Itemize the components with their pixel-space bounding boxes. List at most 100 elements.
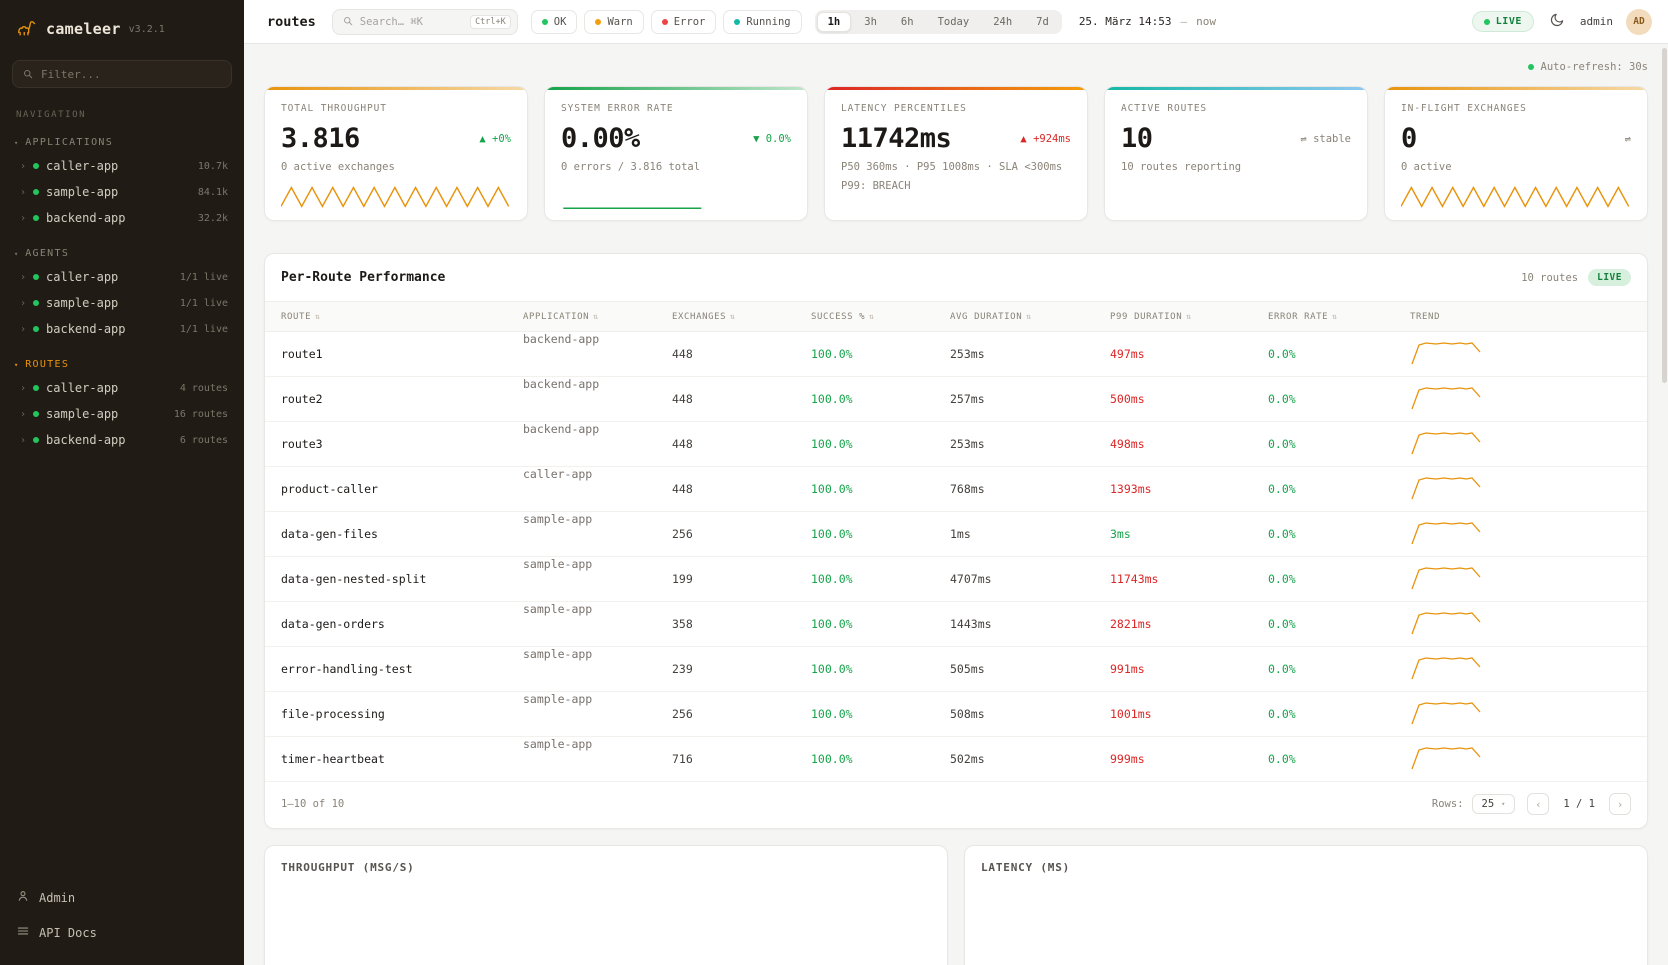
status-dot: [33, 189, 39, 195]
table-row-file-processing[interactable]: file-processing sample-app 256 100.0% 50…: [265, 692, 1647, 737]
table-row-route1[interactable]: route1 backend-app 448 100.0% 253ms 497m…: [265, 332, 1647, 377]
trend-sparkline: [1410, 428, 1631, 461]
sidebar-item-agents-caller-app[interactable]: › caller-app 1/1 live: [0, 264, 244, 290]
time-range-group: 1h 3h 6h Today 24h 7d: [815, 10, 1062, 34]
stat-value: 3.816: [281, 123, 360, 154]
admin-link[interactable]: Admin: [16, 881, 228, 914]
live-badge[interactable]: LIVE: [1472, 11, 1534, 32]
rows-per-page-select[interactable]: 25 ▾: [1472, 794, 1516, 814]
stat-delta: ⇌ stable: [1300, 133, 1351, 145]
sidebar-item-applications-caller-app[interactable]: › caller-app 10.7k: [0, 153, 244, 179]
chevron-down-icon: ▾: [1501, 800, 1505, 808]
topbar-right: LIVE admin AD: [1472, 9, 1652, 35]
dark-mode-toggle[interactable]: [1547, 10, 1567, 33]
time-range-1h[interactable]: 1h: [817, 12, 852, 32]
trend-sparkline: [1410, 338, 1631, 371]
avatar[interactable]: AD: [1626, 9, 1652, 35]
ok-status-dot: [542, 19, 548, 25]
card-accent: [1105, 87, 1367, 90]
status-dot: [33, 326, 39, 332]
sidebar-filter-input[interactable]: [41, 68, 222, 81]
item-badge: 1/1 live: [180, 324, 228, 335]
filter-chip-error[interactable]: Error: [651, 10, 717, 34]
table-row-product-caller[interactable]: product-caller caller-app 448 100.0% 768…: [265, 467, 1647, 512]
error-rate-sparkline: [561, 180, 791, 212]
column-header-application[interactable]: APPLICATION⇅: [523, 312, 672, 322]
time-range-3h[interactable]: 3h: [853, 12, 888, 32]
prev-page-button[interactable]: ‹: [1527, 793, 1549, 815]
datetime-start: 25. März 14:53: [1079, 15, 1172, 28]
column-header-error-rate[interactable]: ERROR RATE⇅: [1268, 312, 1410, 322]
trend-sparkline: [1410, 653, 1631, 686]
column-header-success[interactable]: SUCCESS %⇅: [811, 312, 950, 322]
app-logo[interactable]: cameleer v3.2.1: [0, 0, 244, 54]
stat-value: 0.00%: [561, 123, 640, 154]
column-header-p99-duration[interactable]: P99 DURATION⇅: [1110, 312, 1268, 322]
panel-title: Per-Route Performance: [281, 270, 445, 285]
column-header-avg-duration[interactable]: AVG DURATION⇅: [950, 312, 1110, 322]
refresh-status-dot: [1528, 64, 1534, 70]
sidebar-item-routes-sample-app[interactable]: › sample-app 16 routes: [0, 401, 244, 427]
sidebar-item-agents-sample-app[interactable]: › sample-app 1/1 live: [0, 290, 244, 316]
section-header-agents[interactable]: ▾ AGENTS: [0, 243, 244, 264]
column-header-exchanges[interactable]: EXCHANGES⇅: [672, 312, 811, 322]
filter-chip-running[interactable]: Running: [723, 10, 801, 34]
status-dot: [33, 163, 39, 169]
stat-value: 10: [1121, 123, 1153, 154]
person-icon: [16, 889, 30, 906]
item-badge: 84.1k: [198, 187, 228, 198]
time-range-6h[interactable]: 6h: [890, 12, 925, 32]
latency-chart-panel: LATENCY (MS): [964, 845, 1648, 965]
status-filter-chips: OK Warn Error Running: [531, 10, 802, 34]
section-header-routes[interactable]: ▾ ROUTES: [0, 354, 244, 375]
item-badge: 1/1 live: [180, 272, 228, 283]
sidebar-item-applications-backend-app[interactable]: › backend-app 32.2k: [0, 205, 244, 231]
global-search-input[interactable]: [360, 16, 464, 28]
table-row-route3[interactable]: route3 backend-app 448 100.0% 253ms 498m…: [265, 422, 1647, 467]
next-page-button[interactable]: ›: [1609, 793, 1631, 815]
status-dot: [33, 411, 39, 417]
section-header-applications[interactable]: ▾ APPLICATIONS: [0, 132, 244, 153]
trend-sparkline: [1410, 518, 1631, 551]
datetime-range-display[interactable]: 25. März 14:53 — now: [1079, 15, 1216, 28]
sidebar-item-routes-caller-app[interactable]: › caller-app 4 routes: [0, 375, 244, 401]
sort-icon: ⇅: [593, 312, 598, 321]
api-docs-link[interactable]: API Docs: [16, 916, 228, 949]
sidebar-item-routes-backend-app[interactable]: › backend-app 6 routes: [0, 427, 244, 453]
time-range-24h[interactable]: 24h: [982, 12, 1023, 32]
stat-card-in-flight-exchanges: IN-FLIGHT EXCHANGES 0 ⇌ 0 active: [1384, 86, 1648, 221]
trend-sparkline: [1410, 473, 1631, 506]
filter-chip-warn[interactable]: Warn: [584, 10, 643, 34]
stat-subtext: P50 360ms · P95 1008ms · SLA <300ms: [841, 161, 1071, 173]
sidebar-item-applications-sample-app[interactable]: › sample-app 84.1k: [0, 179, 244, 205]
stat-value: 0: [1401, 123, 1417, 154]
in-flight-sparkline: [1401, 180, 1631, 212]
stat-subtext: 10 routes reporting: [1121, 161, 1351, 173]
throughput-sparkline: [281, 180, 511, 212]
time-range-7d[interactable]: 7d: [1025, 12, 1060, 32]
time-range-today[interactable]: Today: [927, 12, 981, 32]
table-row-data-gen-nested-split[interactable]: data-gen-nested-split sample-app 199 100…: [265, 557, 1647, 602]
stat-card-system-error-rate: SYSTEM ERROR RATE 0.00% ▼ 0.0% 0 errors …: [544, 86, 808, 221]
table-row-data-gen-files[interactable]: data-gen-files sample-app 256 100.0% 1ms…: [265, 512, 1647, 557]
running-status-dot: [734, 19, 740, 25]
sidebar-footer: Admin API Docs: [0, 871, 244, 965]
status-dot: [33, 274, 39, 280]
table-row-route2[interactable]: route2 backend-app 448 100.0% 257ms 500m…: [265, 377, 1647, 422]
card-accent: [265, 87, 527, 90]
filter-chip-ok[interactable]: OK: [531, 10, 578, 34]
sidebar-item-agents-backend-app[interactable]: › backend-app 1/1 live: [0, 316, 244, 342]
auto-refresh-indicator: Auto-refresh: 30s: [264, 58, 1648, 76]
table-row-timer-heartbeat[interactable]: timer-heartbeat sample-app 716 100.0% 50…: [265, 737, 1647, 782]
table-row-data-gen-orders[interactable]: data-gen-orders sample-app 358 100.0% 14…: [265, 602, 1647, 647]
table-row-error-handling-test[interactable]: error-handling-test sample-app 239 100.0…: [265, 647, 1647, 692]
chevron-right-icon: ›: [20, 383, 26, 394]
warn-status-dot: [595, 19, 601, 25]
list-icon: [16, 924, 30, 941]
global-search: Ctrl+K: [332, 9, 518, 35]
column-header-route[interactable]: ROUTE⇅: [281, 312, 523, 322]
rows-per-page-label: Rows:: [1432, 798, 1464, 810]
scrollbar-thumb[interactable]: [1662, 48, 1667, 383]
chevron-right-icon: ›: [20, 272, 26, 283]
status-dot: [33, 215, 39, 221]
